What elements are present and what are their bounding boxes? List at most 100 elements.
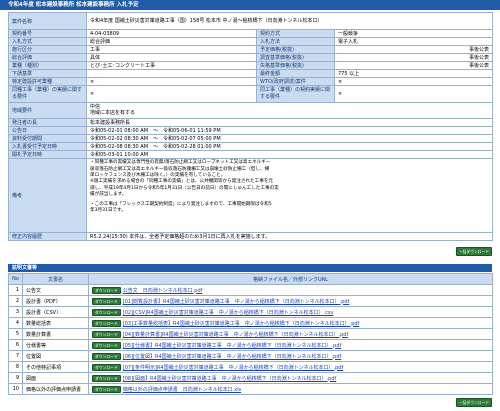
doc-file-cell: ダウンロード [03]工事数量総括表】R4国補土砂災害対策道路工事 中ノ湯から稲核… <box>88 317 493 329</box>
eval-label: 総合評価 <box>8 53 87 62</box>
doc-file-cell: ダウンロード [02][CSV]R4国補土砂災害対策道路工事 中ノ湯から稲核橋下（… <box>88 306 493 318</box>
doc-file-link[interactable]: [03]工事数量総括表】R4国補土砂災害対策道路工事 中ノ湯から稲核橋下（日向淵… <box>123 321 360 327</box>
min-label: 失格基準価格(税抜) <box>256 61 335 70</box>
wto: × <box>333 77 494 86</box>
survey: 事後公表 <box>333 53 494 62</box>
download-button[interactable]: ダウンロード <box>92 374 121 382</box>
contract-no: 4-04-03809 <box>86 29 257 38</box>
docs-section-title: 拡明文書等 <box>8 264 492 272</box>
bid-label: 入札書受付予定日時 <box>8 142 87 152</box>
doc-file-cell: ダウンロード [08][図面】R4国補土砂災害対策道路工事 中ノ湯から稲核橋下（日… <box>88 372 493 384</box>
doc-file-cell: ダウンロード [04][数量計算書]R4国補土砂災害対策道路工事 中ノ湯から稲核橋… <box>88 328 493 340</box>
price-tier-label: 予定価格(税抜) <box>256 45 335 54</box>
download-button[interactable]: ダウンロード <box>92 330 121 338</box>
doc-file-cell: ダウンロード 公告文 日向淵トンネル松本口.pdf <box>88 284 493 296</box>
doc-name: その他特記事項 <box>22 361 89 373</box>
category-label: 施行区分 <box>8 45 87 54</box>
doc-name: 数量計算書 <box>22 328 89 340</box>
download-all-button-bottom[interactable]: 一括ダウンロード <box>456 398 492 407</box>
project-detail-table: 案件名称 令和4年度 国補土砂災害対策道路工事（国）158号 松本市 中ノ湯～稲… <box>8 12 494 242</box>
doc-no: 8 <box>8 361 23 373</box>
contract-type-label: 契約方式 <box>256 29 335 38</box>
download-button[interactable]: ダウンロード <box>92 341 121 349</box>
region-label: 地域要件 <box>8 101 87 120</box>
bid: 令和05-02-08 08:30 AM ～ 令和05-02-28 01:00 P… <box>85 142 494 152</box>
type: とび･土工･コンクリート工事 <box>86 61 257 70</box>
download-button[interactable]: ダウンロード <box>92 319 121 327</box>
table-row: 7 位置図 ダウンロード [06][位置図】R4国補土砂災害対策道路工事 中ノ湯から稲… <box>8 350 493 362</box>
download-button[interactable]: ダウンロード <box>92 363 121 371</box>
equiv: × <box>333 85 494 103</box>
region-line-2: 地域に本店を有する <box>90 110 136 117</box>
doc-file-cell: ダウンロード [01]閲覧設計書】R4国補土砂災害対策道路工事 中ノ湯から稲核橋下… <box>88 295 493 307</box>
doc-no: 7 <box>8 350 23 362</box>
doc-no: 9 <box>8 372 23 384</box>
doc-no: 10 <box>8 383 23 395</box>
doc-no: 5 <box>8 328 23 340</box>
open: 令和05-03-01 10:00 AM <box>85 150 494 160</box>
doc-name: 仕様書等 <box>22 339 89 351</box>
doc-name: 図面 <box>22 372 89 384</box>
doc-file-link[interactable]: [06][位置図】R4国補土砂災害対策道路工事 中ノ湯から稲核橋下（日向淵トンネ… <box>123 354 341 360</box>
doc-file-link[interactable]: 価格以外の評価点申請書 日向淵トンネル松本口.xls <box>123 387 241 393</box>
equiv-label: 同工事（業種）の契約実績に関する要件 <box>256 85 335 103</box>
docs-col-no: No <box>8 273 23 285</box>
doc-name: 設計書（CSV） <box>22 306 89 318</box>
same: × <box>86 85 257 103</box>
office: 松本建設事務所長 <box>85 118 494 128</box>
deadline-label: 下請基準 <box>8 69 87 78</box>
doc-file-link[interactable]: [01]閲覧設計書】R4国補土砂災害対策道路工事 中ノ湯から稲核橋下（日向淵トン… <box>123 299 350 305</box>
min: 事後公表 <box>333 61 494 70</box>
contract-type: 一般競争 <box>333 29 494 38</box>
project-name: 令和4年度 国補土砂災害対策道路工事（国）158号 松本市 中ノ湯～稲核橋下（日… <box>85 12 494 30</box>
download-button[interactable]: ダウンロード <box>92 385 121 393</box>
table-row: 8 その他特記事項 ダウンロード [07][条件明示]R4国補土砂災害対策道路工事 中… <box>8 361 493 373</box>
spec-label: 特定建設許可業種 <box>8 77 87 86</box>
apply-label: 資料受付期間 <box>8 134 87 144</box>
doc-no: 3 <box>8 306 23 318</box>
office-label: 発注者の長 <box>8 118 87 128</box>
deadline <box>86 69 257 78</box>
doc-file-cell: ダウンロード [05][仕様書】R4国補土砂災害対策道路工事 中ノ湯から稲核橋下（… <box>88 339 493 351</box>
doc-name: 公告文 <box>22 284 89 296</box>
docs-col-file: 格納ファイル名／外部リンクURL <box>88 273 493 285</box>
table-row: 1 公告文 ダウンロード 公告文 日向淵トンネル松本口.pdf <box>8 284 493 296</box>
doc-file-link[interactable]: 公告文 日向淵トンネル松本口.pdf <box>123 288 203 294</box>
price-tier: 事後公表 <box>333 45 494 54</box>
table-row: 9 図面 ダウンロード [08][図面】R4国補土砂災害対策道路工事 中ノ湯から稲核橋… <box>8 372 493 384</box>
amount: 775 以上 <box>333 69 494 78</box>
download-button[interactable]: ダウンロード <box>92 286 121 294</box>
notes-label: 備考 <box>8 158 87 234</box>
eval: 具体 <box>86 53 257 62</box>
region-line-1: 中信 <box>90 103 101 110</box>
doc-file-cell: ダウンロード 価格以外の評価点申請書 日向淵トンネル松本口.xls <box>88 383 493 395</box>
open-label: 開札予定日時 <box>8 150 87 160</box>
table-row: 4 数量総括表 ダウンロード [03]工事数量総括表】R4国補土砂災害対策道路工事 中… <box>8 317 493 329</box>
doc-name: 数量総括表 <box>22 317 89 329</box>
docs-col-name: 文書名 <box>22 273 89 285</box>
spec: × <box>86 77 257 86</box>
download-button[interactable]: ダウンロード <box>92 308 121 316</box>
apply: 令和05-02-02 08:30 AM ～ 令和05-02-07 05:00 P… <box>85 134 494 144</box>
doc-no: 2 <box>8 295 23 307</box>
notes: ・同種工事の実績又は専門性の有無/落石防止網工又はロープネット工又は高エネルギー… <box>85 158 494 234</box>
doc-name: 設計書（PDF） <box>22 295 89 307</box>
region: 中信 地域に本店を有する <box>85 101 494 120</box>
doc-file-link[interactable]: [07][条件明示]R4国補土砂災害対策道路工事 中ノ湯から稲核橋下（日向淵トン… <box>123 365 343 371</box>
amount-label: 最終金額 <box>256 69 335 78</box>
project-name-label: 案件名称 <box>8 12 87 30</box>
doc-file-link[interactable]: [02][CSV]R4国補土砂災害対策道路工事 中ノ湯から稲核橋下（日向淵トンネ… <box>123 310 334 316</box>
category: 工事 <box>86 45 257 54</box>
download-button[interactable]: ダウンロード <box>92 352 121 360</box>
download-all-button-top[interactable]: 一括ダウンロード <box>456 247 492 256</box>
wto-label: WTO(政府調達)案件 <box>256 77 335 86</box>
bid-method-label: 入札方式 <box>8 37 87 46</box>
bid-form-label: 入札方法 <box>256 37 335 46</box>
download-button[interactable]: ダウンロード <box>92 297 121 305</box>
pub: 令和05-02-01 08:00 AM ～ 令和05-06-01 11:59 P… <box>85 126 494 136</box>
doc-file-link[interactable]: [04][数量計算書]R4国補土砂災害対策道路工事 中ノ湯から稲核橋下（日向淵ト… <box>123 332 348 338</box>
doc-file-link[interactable]: [08][図面】R4国補土砂災害対策道路工事 中ノ湯から稲核橋下（日向淵トンネル… <box>123 376 336 382</box>
doc-file-link[interactable]: [05][仕様書】R4国補土砂災害対策道路工事 中ノ湯から稲核橋下（日向淵トンネ… <box>123 343 341 349</box>
revise: R5.2.24(15:30) 本件は、全者予定価格超のため3月1日に再入札を実施… <box>85 232 494 242</box>
doc-name: 価格以外の評価点申請書 <box>22 383 89 395</box>
